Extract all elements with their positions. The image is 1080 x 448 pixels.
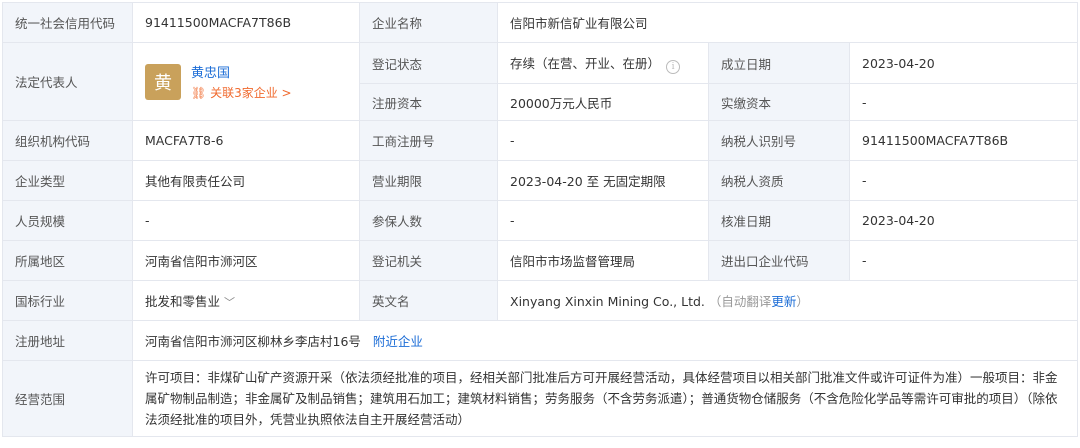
value-english-name-cell: Xinyang Xinxin Mining Co., Ltd. （自动翻译更新） (497, 280, 1078, 321)
legal-rep-info: 黄忠国 ⛓ 关联3家企业 > (191, 62, 292, 101)
value-reg-capital: 20000万元人民币 (497, 83, 709, 121)
label-industry: 国标行业 (2, 280, 133, 321)
auto-translate-note: （自动翻译 (708, 294, 772, 309)
value-reg-status-cell: 存续（在营、开业、在册） i (497, 42, 709, 84)
label-region: 所属地区 (2, 240, 133, 281)
value-paid-capital: - (849, 83, 1078, 121)
value-company-name: 信阳市新信矿业有限公司 (497, 2, 1078, 43)
label-reg-authority: 登记机关 (359, 240, 498, 281)
legal-rep-cell: 黄 黄忠国 ⛓ 关联3家企业 > (132, 42, 360, 121)
value-established: 2023-04-20 (849, 42, 1078, 84)
nearby-companies-link[interactable]: 附近企业 (373, 334, 423, 349)
value-biz-term: 2023-04-20 至 无固定期限 (497, 160, 709, 201)
value-industry: 批发和零售业 (145, 294, 221, 309)
row-reg-status: 法定代表人 黄 黄忠国 ⛓ 关联3家企业 > 登记状态 存续（在营、开业、在册）… (2, 42, 1078, 121)
value-org-code: MACFA7T8-6 (132, 120, 360, 161)
industry-dropdown[interactable]: 批发和零售业 ﹀ (132, 280, 360, 321)
chevron-down-icon: ﹀ (224, 296, 236, 309)
value-reg-status: 存续（在营、开业、在册） (510, 55, 661, 71)
row-industry: 国标行业 批发和零售业 ﹀ 英文名 Xinyang Xinxin Mining C… (2, 280, 1078, 321)
label-paid-capital: 实缴资本 (708, 83, 850, 121)
row-scope: 经营范围 许可项目：非煤矿山矿产资源开采（依法须经批准的项目，经相关部门批准后方… (2, 360, 1078, 437)
value-approved-date: 2023-04-20 (849, 200, 1078, 241)
legal-rep-name-link[interactable]: 黄忠国 (191, 62, 292, 81)
legal-rep: 黄 黄忠国 ⛓ 关联3家企业 > (145, 62, 359, 101)
label-ie-code: 进出口企业代码 (708, 240, 850, 281)
label-approved-date: 核准日期 (708, 200, 850, 241)
value-staff-size: - (132, 200, 360, 241)
value-reg-address-cell: 河南省信阳市浉河区柳林乡李店村16号 附近企业 (132, 320, 1078, 361)
label-reg-capital: 注册资本 (359, 83, 498, 121)
label-taxpayer-qual: 纳税人资质 (708, 160, 850, 201)
row-region: 所属地区 河南省信阳市浉河区 登记机关 信阳市市场监督管理局 进出口企业代码 - (2, 240, 1078, 281)
value-taxpayer-qual: - (849, 160, 1078, 201)
value-insured: - (497, 200, 709, 241)
related-companies-link[interactable]: ⛓ 关联3家企业 > (191, 84, 292, 101)
info-circle-icon[interactable]: i (666, 59, 681, 74)
relation-icon: ⛓ (191, 86, 207, 100)
label-credit-code: 统一社会信用代码 (2, 2, 133, 43)
label-reg-status: 登记状态 (359, 42, 498, 84)
value-scope: 许可项目：非煤矿山矿产资源开采（依法须经批准的项目，经相关部门批准后方可开展经营… (132, 360, 1078, 437)
label-org-code: 组织机构代码 (2, 120, 133, 161)
value-reg-authority: 信阳市市场监督管理局 (497, 240, 709, 281)
label-taxpayer-id: 纳税人识别号 (708, 120, 850, 161)
value-biz-reg-no: - (497, 120, 709, 161)
row-reg-address: 注册地址 河南省信阳市浉河区柳林乡李店村16号 附近企业 (2, 320, 1078, 361)
label-english-name: 英文名 (359, 280, 498, 321)
value-company-type: 其他有限责任公司 (132, 160, 360, 201)
update-link[interactable]: 更新 (771, 294, 796, 309)
related-companies-label: 关联3家企业 > (210, 86, 292, 100)
value-ie-code: - (849, 240, 1078, 281)
auto-translate-close: ） (796, 294, 809, 309)
label-biz-term: 营业期限 (359, 160, 498, 201)
row-staff-size: 人员规模 - 参保人数 - 核准日期 2023-04-20 (2, 200, 1078, 241)
company-info-table: 统一社会信用代码 91411500MACFA7T86B 企业名称 信阳市新信矿业… (2, 2, 1078, 437)
label-staff-size: 人员规模 (2, 200, 133, 241)
label-established: 成立日期 (708, 42, 850, 84)
label-reg-address: 注册地址 (2, 320, 133, 361)
label-company-name: 企业名称 (359, 2, 498, 43)
label-legal-rep: 法定代表人 (2, 42, 133, 121)
label-insured: 参保人数 (359, 200, 498, 241)
label-company-type: 企业类型 (2, 160, 133, 201)
value-taxpayer-id: 91411500MACFA7T86B (849, 120, 1078, 161)
value-region: 河南省信阳市浉河区 (132, 240, 360, 281)
label-biz-reg-no: 工商注册号 (359, 120, 498, 161)
label-scope: 经营范围 (2, 360, 133, 437)
row-org-code: 组织机构代码 MACFA7T8-6 工商注册号 - 纳税人识别号 9141150… (2, 120, 1078, 161)
value-reg-address: 河南省信阳市浉河区柳林乡李店村16号 (145, 334, 361, 349)
value-credit-code: 91411500MACFA7T86B (132, 2, 360, 43)
value-english-name: Xinyang Xinxin Mining Co., Ltd. (510, 294, 705, 309)
avatar: 黄 (145, 63, 181, 100)
row-company-type: 企业类型 其他有限责任公司 营业期限 2023-04-20 至 无固定期限 纳税… (2, 160, 1078, 201)
row-credit-code: 统一社会信用代码 91411500MACFA7T86B 企业名称 信阳市新信矿业… (2, 2, 1078, 43)
